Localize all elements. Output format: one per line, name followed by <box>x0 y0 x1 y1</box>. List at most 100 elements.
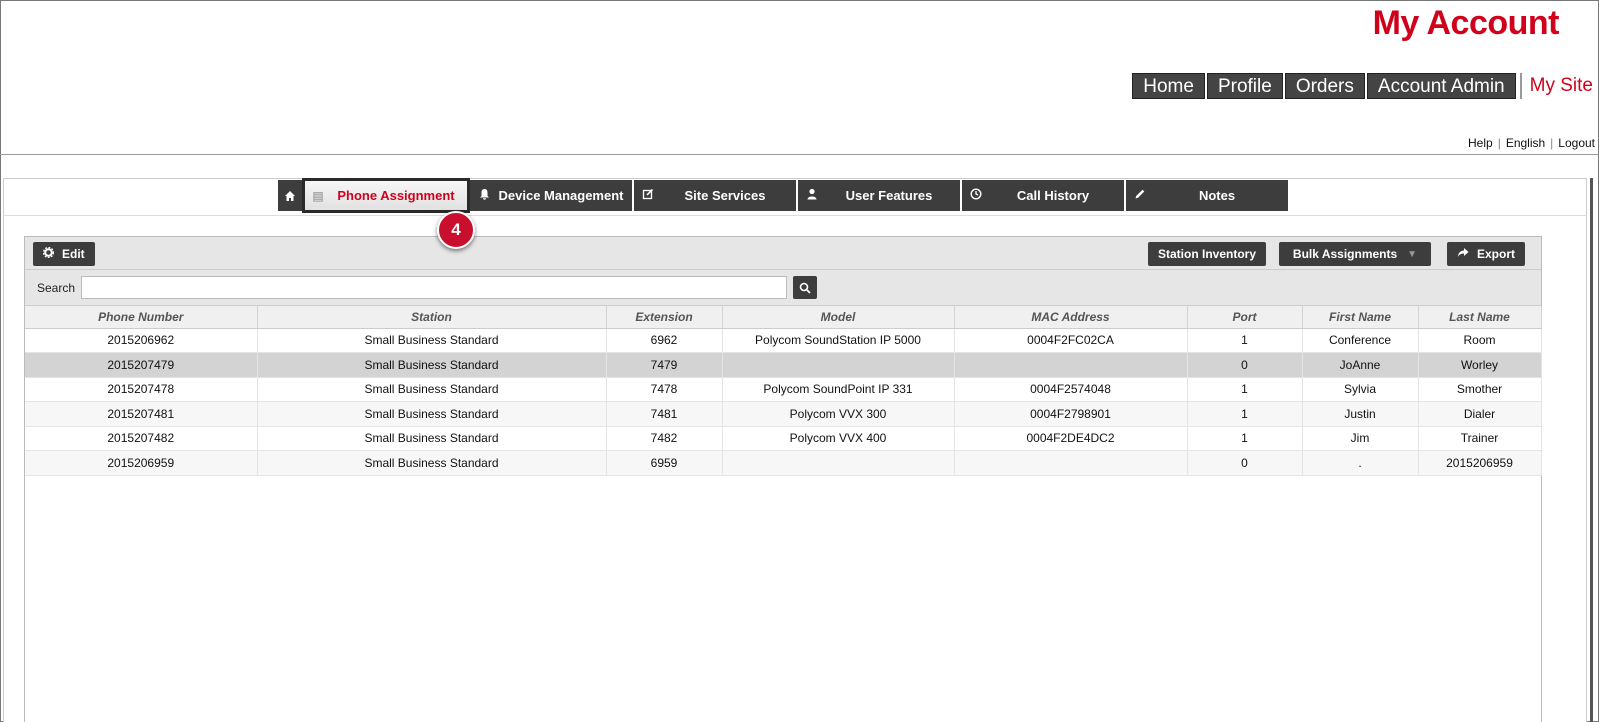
nav-account-admin[interactable]: Account Admin <box>1366 73 1516 99</box>
tab-label: Phone Assignment <box>337 188 455 203</box>
logout-link[interactable]: Logout <box>1558 136 1595 150</box>
cell-extension: 6962 <box>606 328 723 353</box>
nav-orders[interactable]: Orders <box>1284 73 1365 99</box>
tab-call-history[interactable]: Call History <box>962 180 1124 211</box>
column-header-extension[interactable]: Extension <box>606 306 723 329</box>
cell-phone-number: 2015206962 <box>25 328 258 353</box>
cell-model: Polycom SoundPoint IP 331 <box>722 377 955 402</box>
search-icon <box>799 282 811 294</box>
list-icon: ▤ <box>312 188 324 203</box>
bell-icon <box>470 188 498 203</box>
utility-divider: | <box>1497 136 1501 150</box>
tab-label: Notes <box>1198 188 1236 203</box>
bulk-assignments-dropdown[interactable]: Bulk Assignments ▼ <box>1279 242 1431 266</box>
cell-last-name: 2015206959 <box>1418 450 1542 476</box>
tab-phone-assignment[interactable]: ▤ Phone Assignment <box>302 178 470 213</box>
cell-port: 1 <box>1187 426 1303 451</box>
search-label: Search <box>37 281 76 295</box>
cell-mac-address: 0004F2DE4DC2 <box>954 426 1188 451</box>
export-label: Export <box>1477 247 1516 261</box>
station-inventory-button[interactable]: Station Inventory <box>1148 242 1267 266</box>
table-row[interactable]: 2015207482 Small Business Standard 7482 … <box>25 426 1542 451</box>
edit-icon <box>634 188 662 203</box>
cell-first-name: . <box>1302 450 1419 476</box>
cell-first-name: Sylvia <box>1302 377 1419 402</box>
tab-label: Site Services <box>684 188 766 203</box>
help-link[interactable]: Help <box>1468 136 1493 150</box>
panel-scrollbar[interactable] <box>1590 178 1593 722</box>
cell-extension: 7478 <box>606 377 723 402</box>
table-header-row: Phone Number Station Extension Model MAC… <box>25 306 1542 329</box>
column-header-phone-number[interactable]: Phone Number <box>25 306 258 329</box>
cell-station: Small Business Standard <box>257 352 607 378</box>
tab-device-management[interactable]: Device Management <box>470 180 632 211</box>
cell-phone-number: 2015207481 <box>25 401 258 427</box>
tab-label: User Features <box>845 188 933 203</box>
table-row[interactable]: 2015207478 Small Business Standard 7478 … <box>25 377 1542 402</box>
cell-extension: 7481 <box>606 401 723 427</box>
edit-button[interactable]: Edit <box>33 242 95 266</box>
cell-mac-address: 0004F2FC02CA <box>954 328 1188 353</box>
table-row[interactable]: 2015207481 Small Business Standard 7481 … <box>25 401 1542 427</box>
cell-port: 0 <box>1187 352 1303 378</box>
column-header-first-name[interactable]: First Name <box>1302 306 1419 329</box>
cell-first-name: Jim <box>1302 426 1419 451</box>
tab-label: Device Management <box>498 188 624 203</box>
cell-model <box>722 352 955 378</box>
cell-model: Polycom VVX 400 <box>722 426 955 451</box>
cell-station: Small Business Standard <box>257 450 607 476</box>
export-button[interactable]: Export <box>1447 242 1526 266</box>
cell-first-name: Conference <box>1302 328 1419 353</box>
chevron-down-icon: ▼ <box>1407 248 1418 260</box>
station-inventory-label: Station Inventory <box>1158 247 1257 261</box>
table-row[interactable]: 2015206962 Small Business Standard 6962 … <box>25 328 1542 353</box>
utility-links: Help | English | Logout <box>1468 136 1595 150</box>
nav-home[interactable]: Home <box>1132 73 1205 99</box>
nav-divider <box>1519 73 1522 99</box>
column-header-station[interactable]: Station <box>257 306 607 329</box>
tab-label: Call History <box>1016 188 1090 203</box>
top-navigation: Home Profile Orders Account Admin My Sit… <box>1130 73 1595 99</box>
cell-first-name: Justin <box>1302 401 1419 427</box>
cell-port: 1 <box>1187 401 1303 427</box>
gear-icon <box>42 246 55 261</box>
cell-port: 1 <box>1187 328 1303 353</box>
cell-extension: 7482 <box>606 426 723 451</box>
column-header-last-name[interactable]: Last Name <box>1418 306 1542 329</box>
clock-icon <box>962 188 990 203</box>
tab-notes[interactable]: Notes <box>1126 180 1288 211</box>
column-header-mac-address[interactable]: MAC Address <box>954 306 1188 329</box>
share-arrow-icon <box>1457 247 1469 261</box>
search-bar: Search <box>25 270 1541 306</box>
tab-home[interactable] <box>278 180 302 211</box>
cell-first-name: JoAnne <box>1302 352 1419 378</box>
tab-user-features[interactable]: User Features <box>798 180 960 211</box>
grid-toolbar: Edit Station Inventory Bulk Assignments … <box>25 237 1541 270</box>
utility-divider: | <box>1550 136 1554 150</box>
cell-last-name: Trainer <box>1418 426 1542 451</box>
cell-model <box>722 450 955 476</box>
tab-site-services[interactable]: Site Services <box>634 180 796 211</box>
cell-mac-address <box>954 352 1188 378</box>
nav-profile[interactable]: Profile <box>1206 73 1283 99</box>
cell-station: Small Business Standard <box>257 426 607 451</box>
search-button[interactable] <box>793 276 817 299</box>
cell-port: 0 <box>1187 450 1303 476</box>
header-divider <box>0 154 1599 155</box>
table-row[interactable]: 2015207479 Small Business Standard 7479 … <box>25 352 1542 378</box>
language-link[interactable]: English <box>1506 136 1545 150</box>
cell-port: 1 <box>1187 377 1303 402</box>
table-row[interactable]: 2015206959 Small Business Standard 6959 … <box>25 450 1542 476</box>
column-header-port[interactable]: Port <box>1187 306 1303 329</box>
bulk-assignments-label: Bulk Assignments <box>1292 247 1398 261</box>
column-header-model[interactable]: Model <box>722 306 955 329</box>
home-icon <box>285 190 295 201</box>
cell-phone-number: 2015206959 <box>25 450 258 476</box>
cell-mac-address <box>954 450 1188 476</box>
cell-last-name: Worley <box>1418 352 1542 378</box>
step-callout-badge: 4 <box>437 211 475 249</box>
phone-table: Phone Number Station Extension Model MAC… <box>25 306 1542 476</box>
cell-mac-address: 0004F2798901 <box>954 401 1188 427</box>
nav-my-site[interactable]: My Site <box>1528 73 1595 99</box>
search-input[interactable] <box>81 276 787 299</box>
